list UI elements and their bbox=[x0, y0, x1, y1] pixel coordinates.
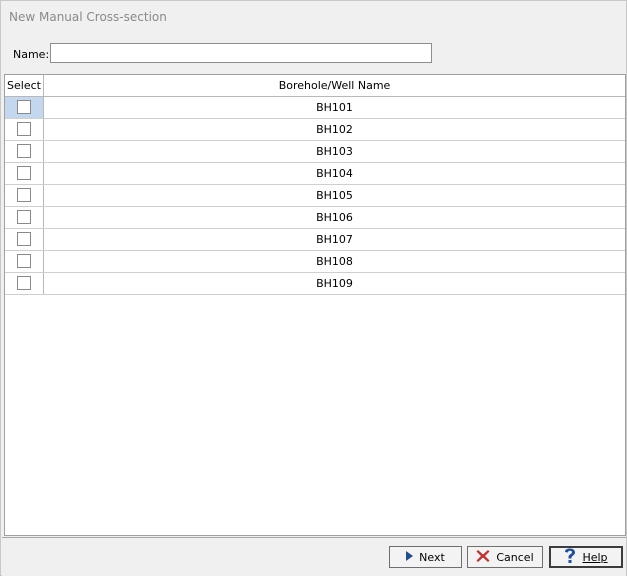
select-cell[interactable] bbox=[5, 229, 44, 250]
borehole-name-cell[interactable]: BH103 bbox=[44, 141, 625, 162]
table-row[interactable]: BH101 bbox=[5, 97, 625, 119]
row-checkbox[interactable] bbox=[17, 144, 31, 158]
help-button[interactable]: Help bbox=[549, 546, 623, 568]
borehole-name-cell[interactable]: BH102 bbox=[44, 119, 625, 140]
cancel-button[interactable]: Cancel bbox=[467, 546, 543, 568]
column-header-select[interactable]: Select bbox=[5, 75, 44, 96]
borehole-name-cell[interactable]: BH107 bbox=[44, 229, 625, 250]
table-row[interactable]: BH105 bbox=[5, 185, 625, 207]
select-cell[interactable] bbox=[5, 97, 44, 118]
title-bar: New Manual Cross-section bbox=[1, 1, 626, 33]
cancel-button-label: Cancel bbox=[496, 550, 534, 564]
borehole-name-cell[interactable]: BH109 bbox=[44, 273, 625, 294]
select-cell[interactable] bbox=[5, 141, 44, 162]
help-button-label: Help bbox=[582, 550, 608, 564]
borehole-name-cell[interactable]: BH105 bbox=[44, 185, 625, 206]
borehole-name-cell[interactable]: BH108 bbox=[44, 251, 625, 272]
table-row[interactable]: BH108 bbox=[5, 251, 625, 273]
row-checkbox[interactable] bbox=[17, 254, 31, 268]
borehole-grid: Select Borehole/Well Name BH101 BH102 BH… bbox=[4, 74, 626, 536]
borehole-name-cell[interactable]: BH104 bbox=[44, 163, 625, 184]
borehole-name-cell[interactable]: BH106 bbox=[44, 207, 625, 228]
row-checkbox[interactable] bbox=[17, 166, 31, 180]
table-row[interactable]: BH109 bbox=[5, 273, 625, 295]
select-cell[interactable] bbox=[5, 119, 44, 140]
select-cell[interactable] bbox=[5, 207, 44, 228]
row-checkbox[interactable] bbox=[17, 122, 31, 136]
name-input[interactable] bbox=[50, 43, 432, 63]
borehole-name-cell[interactable]: BH101 bbox=[44, 97, 625, 118]
row-checkbox[interactable] bbox=[17, 232, 31, 246]
select-cell[interactable] bbox=[5, 251, 44, 272]
table-row[interactable]: BH103 bbox=[5, 141, 625, 163]
name-label: Name: bbox=[13, 48, 50, 61]
table-row[interactable]: BH102 bbox=[5, 119, 625, 141]
blue-question-icon bbox=[564, 548, 576, 567]
table-row[interactable]: BH104 bbox=[5, 163, 625, 185]
dialog-window: New Manual Cross-section Name: Select Bo… bbox=[0, 0, 627, 576]
select-cell[interactable] bbox=[5, 185, 44, 206]
column-header-borehole-name[interactable]: Borehole/Well Name bbox=[44, 75, 625, 96]
button-bar: Next Cancel Help bbox=[2, 537, 626, 576]
play-triangle-icon bbox=[406, 550, 414, 564]
table-row[interactable]: BH107 bbox=[5, 229, 625, 251]
select-cell[interactable] bbox=[5, 163, 44, 184]
table-row[interactable]: BH106 bbox=[5, 207, 625, 229]
row-checkbox[interactable] bbox=[17, 210, 31, 224]
window-title: New Manual Cross-section bbox=[9, 10, 167, 24]
row-checkbox[interactable] bbox=[17, 100, 31, 114]
red-x-icon bbox=[476, 549, 490, 566]
next-button[interactable]: Next bbox=[389, 546, 462, 568]
select-cell[interactable] bbox=[5, 273, 44, 294]
row-checkbox[interactable] bbox=[17, 276, 31, 290]
next-button-label: Next bbox=[419, 550, 445, 564]
row-checkbox[interactable] bbox=[17, 188, 31, 202]
grid-header: Select Borehole/Well Name bbox=[5, 75, 625, 97]
